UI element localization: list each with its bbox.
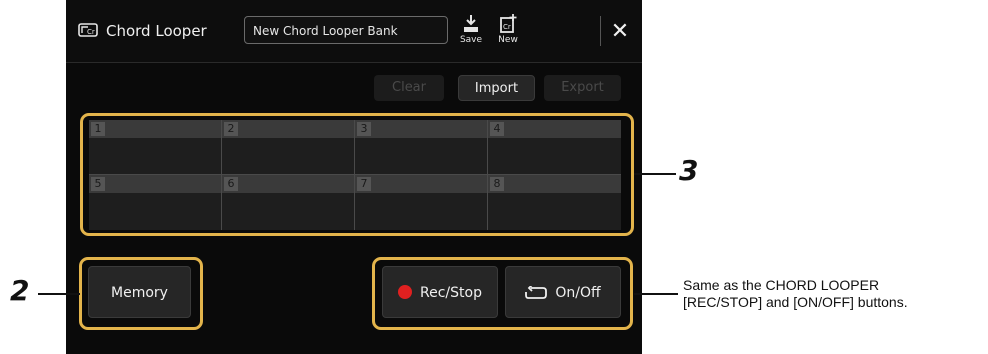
- slot-number: 3: [357, 122, 371, 136]
- rec-stop-button[interactable]: Rec/Stop: [382, 266, 498, 318]
- close-icon: ✕: [610, 19, 630, 44]
- save-label: Save: [459, 35, 483, 45]
- slot-number: 5: [91, 177, 105, 191]
- slot-number: 1: [91, 122, 105, 136]
- close-button[interactable]: ✕: [606, 18, 634, 46]
- new-button[interactable]: Cr New: [491, 14, 525, 54]
- on-off-label: On/Off: [555, 285, 601, 301]
- callout-line-note: [634, 293, 678, 295]
- slot-number: 6: [224, 177, 238, 191]
- callout-line-3: [634, 173, 676, 175]
- save-button[interactable]: Save: [454, 14, 488, 54]
- on-off-button[interactable]: On/Off: [505, 266, 621, 318]
- new-label: New: [498, 35, 518, 45]
- memory-slot[interactable]: 7: [355, 175, 488, 230]
- chord-looper-icon: Cr: [78, 23, 98, 38]
- memory-slot[interactable]: 5: [89, 175, 222, 230]
- callout-note-line2: [REC/STOP] and [ON/OFF] buttons.: [683, 294, 908, 310]
- bank-name-field[interactable]: New Chord Looper Bank: [244, 16, 448, 44]
- clear-button[interactable]: Clear: [374, 75, 444, 101]
- svg-text:Cr: Cr: [503, 23, 511, 31]
- memory-slot[interactable]: 6: [222, 175, 355, 230]
- slot-number: 8: [490, 177, 504, 191]
- svg-text:Cr: Cr: [87, 28, 95, 36]
- title-bar: Cr Chord Looper New Chord Looper Bank Sa…: [66, 0, 642, 63]
- import-button[interactable]: Import: [458, 75, 535, 101]
- slot-number: 2: [224, 122, 238, 136]
- memory-button[interactable]: Memory: [88, 266, 191, 318]
- slot-number: 7: [357, 177, 371, 191]
- memory-slot[interactable]: 1: [89, 120, 222, 175]
- app-title: Chord Looper: [106, 22, 207, 40]
- memory-slot[interactable]: 8: [488, 175, 621, 230]
- memory-grid: 1 2 3 4 5 6 7 8: [89, 120, 621, 230]
- callout-number-2: 2: [10, 274, 30, 307]
- callout-note: Same as the CHORD LOOPER [REC/STOP] and …: [683, 277, 983, 311]
- record-dot-icon: [398, 285, 413, 299]
- toolbar-divider: [600, 16, 601, 46]
- callout-line-2: [38, 293, 80, 295]
- new-file-icon: Cr: [491, 14, 525, 34]
- save-icon: [454, 14, 488, 34]
- memory-slot[interactable]: 4: [488, 120, 621, 175]
- slot-number: 4: [490, 122, 504, 136]
- memory-slot[interactable]: 3: [355, 120, 488, 175]
- loop-icon: [525, 270, 548, 322]
- callout-note-line1: Same as the CHORD LOOPER: [683, 277, 880, 293]
- memory-slot[interactable]: 2: [222, 120, 355, 175]
- callout-number-3: 3: [679, 154, 699, 187]
- export-button[interactable]: Export: [544, 75, 621, 101]
- rec-stop-label: Rec/Stop: [420, 285, 482, 301]
